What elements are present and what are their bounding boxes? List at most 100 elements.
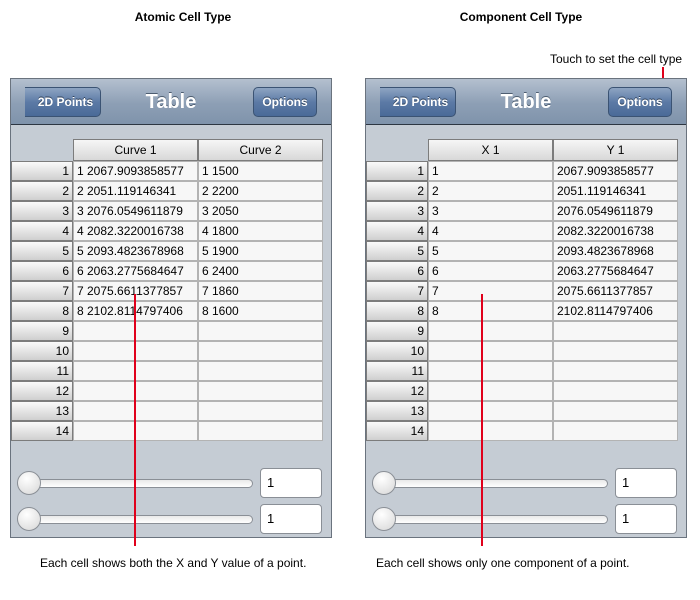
right-row-header[interactable]: 3 [366,201,428,221]
right-table-cell[interactable] [553,361,678,381]
right-table-cell[interactable] [428,421,553,441]
right-table-cell[interactable]: 8 [428,301,553,321]
right-options-button[interactable]: Options [608,87,672,117]
left-table-cell[interactable] [198,321,323,341]
left-row-header[interactable]: 2 [11,181,73,201]
right-number-field-2[interactable]: 1 [615,504,677,534]
left-table-cell[interactable]: 2 2051.119146341 [73,181,198,201]
left-slider-1-thumb[interactable] [17,471,41,495]
left-options-button[interactable]: Options [253,87,317,117]
left-table-cell[interactable] [198,341,323,361]
left-row-header[interactable]: 9 [11,321,73,341]
right-row-header[interactable]: 12 [366,381,428,401]
right-table-cell[interactable]: 5 [428,241,553,261]
right-row-header[interactable]: 6 [366,261,428,281]
right-table-cell[interactable] [553,421,678,441]
right-table-cell[interactable]: 6 [428,261,553,281]
right-row-header[interactable]: 11 [366,361,428,381]
right-table-cell[interactable] [553,321,678,341]
left-table-cell[interactable] [198,421,323,441]
right-table-cell[interactable]: 2067.9093858577 [553,161,678,181]
left-row-header[interactable]: 8 [11,301,73,321]
left-table-cell[interactable]: 5 1900 [198,241,323,261]
left-row-header[interactable]: 12 [11,381,73,401]
left-row-header[interactable]: 10 [11,341,73,361]
right-slider-2-thumb[interactable] [372,507,396,531]
right-table-cell[interactable]: 2063.2775684647 [553,261,678,281]
right-table-cell[interactable] [428,381,553,401]
right-table-cell[interactable] [428,321,553,341]
right-row-header[interactable]: 2 [366,181,428,201]
left-table-cell[interactable] [198,361,323,381]
left-slider-2-thumb[interactable] [17,507,41,531]
annotation-left-description: Each cell shows both the X and Y value o… [40,556,307,570]
left-row-header[interactable]: 4 [11,221,73,241]
right-table-cell[interactable] [553,381,678,401]
left-row-header[interactable]: 13 [11,401,73,421]
right-slider-2-track[interactable] [372,515,608,524]
left-table-cell[interactable]: 4 2082.3220016738 [73,221,198,241]
left-row-header[interactable]: 3 [11,201,73,221]
right-row-header[interactable]: 5 [366,241,428,261]
right-table-cell[interactable]: 7 [428,281,553,301]
right-table-cell[interactable]: 2076.0549611879 [553,201,678,221]
left-back-button[interactable]: 2D Points [25,87,101,117]
right-slider-2[interactable] [372,507,608,531]
right-table-cell[interactable]: 2 [428,181,553,201]
right-table-cell[interactable]: 4 [428,221,553,241]
left-row-header[interactable]: 5 [11,241,73,261]
right-table-cell[interactable]: 1 [428,161,553,181]
right-slider-1[interactable] [372,471,608,495]
left-row-header[interactable]: 7 [11,281,73,301]
right-slider-1-track[interactable] [372,479,608,488]
right-row-header[interactable]: 14 [366,421,428,441]
left-number-field-2[interactable]: 1 [260,504,322,534]
right-slider-1-thumb[interactable] [372,471,396,495]
right-row-header[interactable]: 13 [366,401,428,421]
right-row-header[interactable]: 4 [366,221,428,241]
left-column-header-1[interactable]: Curve 1 [73,139,198,161]
right-back-button[interactable]: 2D Points [380,87,456,117]
right-row-header[interactable]: 9 [366,321,428,341]
left-table-cell[interactable]: 3 2076.0549611879 [73,201,198,221]
right-table-cell[interactable] [428,401,553,421]
left-column-header-2[interactable]: Curve 2 [198,139,323,161]
right-number-field-1[interactable]: 1 [615,468,677,498]
left-number-field-1[interactable]: 1 [260,468,322,498]
right-row-header[interactable]: 1 [366,161,428,181]
right-table-cell[interactable]: 3 [428,201,553,221]
right-table-cell[interactable]: 2082.3220016738 [553,221,678,241]
left-table-cell[interactable]: 5 2093.4823678968 [73,241,198,261]
right-row-header[interactable]: 7 [366,281,428,301]
left-row-header[interactable]: 11 [11,361,73,381]
left-row-header[interactable]: 6 [11,261,73,281]
left-table-cell[interactable]: 8 1600 [198,301,323,321]
left-row-header[interactable]: 14 [11,421,73,441]
left-table-cell[interactable]: 2 2200 [198,181,323,201]
left-table-row: 22 2051.119146341 2 2200 [11,181,331,201]
left-table-cell[interactable] [198,401,323,421]
right-table-cell[interactable]: 2102.8114797406 [553,301,678,321]
right-table-cell[interactable]: 2051.119146341 [553,181,678,201]
left-table-cell[interactable] [198,381,323,401]
right-table-cell[interactable] [553,341,678,361]
right-row-header[interactable]: 8 [366,301,428,321]
left-table-cell[interactable]: 6 2400 [198,261,323,281]
right-table-cell[interactable] [428,341,553,361]
left-table-cell[interactable]: 6 2063.2775684647 [73,261,198,281]
right-column-header-2[interactable]: Y 1 [553,139,678,161]
left-table-row: 66 2063.2775684647 6 2400 [11,261,331,281]
right-table-cell[interactable]: 2075.6611377857 [553,281,678,301]
left-table-cell[interactable]: 4 1800 [198,221,323,241]
left-row-header[interactable]: 1 [11,161,73,181]
left-table-cell[interactable]: 7 1860 [198,281,323,301]
left-table-cell[interactable]: 3 2050 [198,201,323,221]
right-table-cell[interactable] [428,361,553,381]
left-table-cell[interactable]: 1 1500 [198,161,323,181]
left-table-cell[interactable]: 1 2067.9093858577 [73,161,198,181]
right-row-header[interactable]: 10 [366,341,428,361]
right-table-cell[interactable] [553,401,678,421]
left-table-row: 11 2067.9093858577 1 1500 [11,161,331,181]
right-table-cell[interactable]: 2093.4823678968 [553,241,678,261]
right-column-header-1[interactable]: X 1 [428,139,553,161]
